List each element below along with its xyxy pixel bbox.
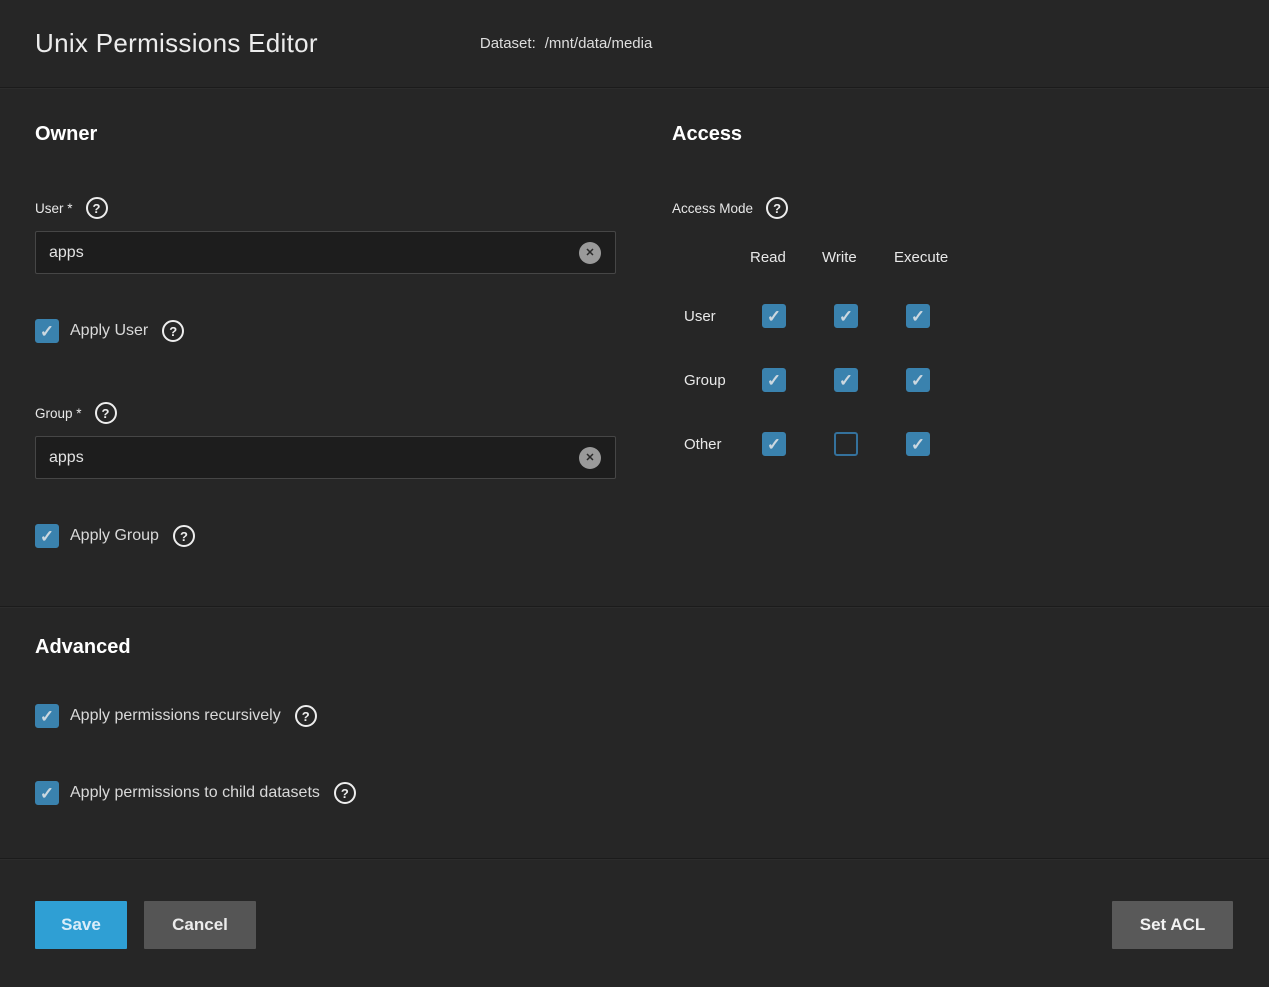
main-content: Owner User * ? apps ✕ ✓ Apply User ? Gro… [0,88,1269,606]
row-label-user: User [672,304,762,328]
row-label-other: Other [672,432,762,456]
check-icon: ✓ [40,708,54,725]
other-execute-checkbox[interactable]: ✓ [906,432,930,456]
user-read-checkbox[interactable]: ✓ [762,304,786,328]
check-icon: ✓ [767,308,781,325]
check-icon: ✓ [40,323,54,340]
check-icon: ✓ [839,372,853,389]
apply-user-checkbox[interactable]: ✓ [35,319,59,343]
access-mode-help-icon[interactable]: ? [766,197,788,219]
apply-group-help-icon[interactable]: ? [173,525,195,547]
dataset-info: Dataset: /mnt/data/media [480,35,652,52]
footer-actions: Save Cancel Set ACL [0,859,1269,949]
user-execute-checkbox[interactable]: ✓ [906,304,930,328]
other-write-checkbox[interactable]: ✓ [834,432,858,456]
group-field-label: Group * [35,406,82,421]
dataset-path: /mnt/data/media [545,35,653,52]
apply-recursively-checkbox[interactable]: ✓ [35,704,59,728]
apply-recursively-label: Apply permissions recursively [70,707,281,725]
advanced-section: Advanced ✓ Apply permissions recursively… [0,607,1269,858]
page-title: Unix Permissions Editor [35,28,318,59]
group-write-checkbox[interactable]: ✓ [834,368,858,392]
owner-heading: Owner [35,122,616,146]
access-section: Access Access Mode ? Read Write Execute … [672,122,1234,606]
apply-group-row: ✓ Apply Group ? [35,524,616,548]
group-execute-checkbox[interactable]: ✓ [906,368,930,392]
user-input-value: apps [49,244,84,262]
set-acl-button[interactable]: Set ACL [1112,901,1233,949]
check-icon: ✓ [767,372,781,389]
access-mode-label-row: Access Mode ? [672,197,1234,219]
apply-user-row: ✓ Apply User ? [35,319,616,343]
group-input[interactable]: apps ✕ [35,436,616,479]
user-input[interactable]: apps ✕ [35,231,616,274]
access-mode-label: Access Mode [672,201,753,216]
apply-recursively-help-icon[interactable]: ? [295,705,317,727]
check-icon: ✓ [911,308,925,325]
advanced-heading: Advanced [35,635,1234,659]
apply-recursively-row: ✓ Apply permissions recursively ? [35,704,1234,728]
group-field-label-row: Group * ? [35,402,616,424]
dataset-label: Dataset: [480,35,536,52]
access-heading: Access [672,122,1234,146]
user-write-checkbox[interactable]: ✓ [834,304,858,328]
apply-group-checkbox[interactable]: ✓ [35,524,59,548]
user-field-label: User * [35,201,73,216]
check-icon: ✓ [40,785,54,802]
cancel-button[interactable]: Cancel [144,901,256,949]
apply-child-datasets-help-icon[interactable]: ? [334,782,356,804]
user-clear-icon[interactable]: ✕ [579,242,601,264]
apply-child-datasets-label: Apply permissions to child datasets [70,784,320,802]
group-read-checkbox[interactable]: ✓ [762,368,786,392]
user-field-label-row: User * ? [35,197,616,219]
owner-section: Owner User * ? apps ✕ ✓ Apply User ? Gro… [35,122,616,606]
apply-child-datasets-checkbox[interactable]: ✓ [35,781,59,805]
permission-grid: Read Write Execute User ✓ ✓ ✓ Group ✓ ✓ … [672,249,1234,496]
column-header-write: Write [822,249,894,267]
other-read-checkbox[interactable]: ✓ [762,432,786,456]
row-label-group: Group [672,368,762,392]
apply-user-label: Apply User [70,322,148,340]
check-icon: ✓ [839,308,853,325]
apply-child-datasets-row: ✓ Apply permissions to child datasets ? [35,781,1234,805]
group-clear-icon[interactable]: ✕ [579,447,601,469]
grid-corner-spacer [672,249,762,304]
apply-group-label: Apply Group [70,527,159,545]
check-icon: ✓ [911,372,925,389]
dialog-header: Unix Permissions Editor Dataset: /mnt/da… [0,0,1269,88]
user-help-icon[interactable]: ? [86,197,108,219]
check-icon: ✓ [767,436,781,453]
save-button[interactable]: Save [35,901,127,949]
check-icon: ✓ [911,436,925,453]
apply-user-help-icon[interactable]: ? [162,320,184,342]
group-input-value: apps [49,449,84,467]
check-icon: ✓ [40,528,54,545]
column-header-execute: Execute [894,249,966,267]
column-header-read: Read [750,249,822,267]
group-help-icon[interactable]: ? [95,402,117,424]
